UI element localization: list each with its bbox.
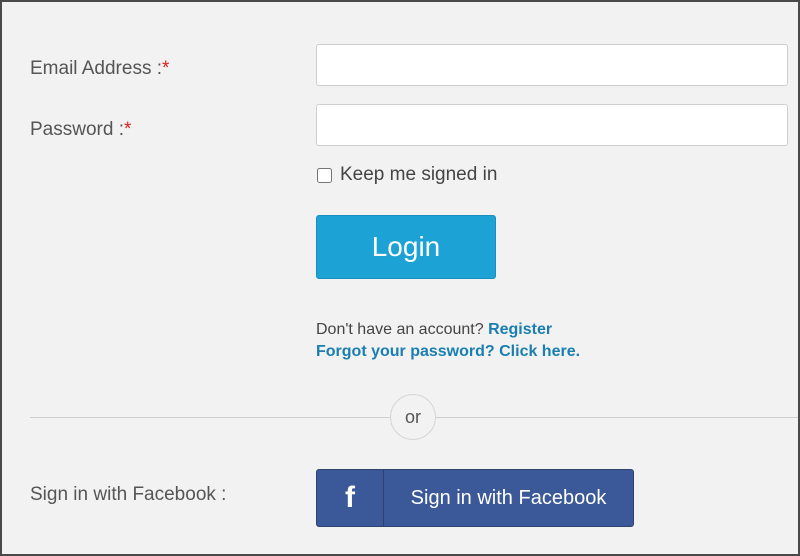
account-links: Don't have an account? Register Forgot y… <box>316 319 580 363</box>
or-text: or <box>404 406 421 427</box>
forgot-password-link[interactable]: Forgot your password? Click here. <box>316 343 580 360</box>
password-label-text: Password : <box>30 119 124 140</box>
required-marker: * <box>123 119 132 140</box>
no-account-text: Don't have an account? <box>316 321 484 338</box>
email-field[interactable] <box>316 44 788 86</box>
facebook-icon: f <box>317 470 384 526</box>
register-link[interactable]: Register <box>488 321 552 338</box>
password-field[interactable] <box>316 104 788 146</box>
password-label: Password :* <box>30 119 131 141</box>
keep-signed-in[interactable]: Keep me signed in <box>316 164 497 186</box>
facebook-label: Sign in with Facebook : <box>30 484 227 505</box>
required-marker: * <box>162 58 170 79</box>
keep-signed-in-checkbox[interactable] <box>317 167 332 183</box>
email-label: Email Address :* <box>30 58 169 80</box>
facebook-button-label: Sign in with Facebook <box>410 486 607 509</box>
facebook-signin-button[interactable]: f Sign in with Facebook <box>316 469 634 527</box>
keep-signed-in-label: Keep me signed in <box>340 164 498 185</box>
login-panel: Email Address :* Password :* Keep me sig… <box>0 0 800 556</box>
or-separator: or <box>390 394 436 440</box>
login-button[interactable]: Login <box>316 215 496 279</box>
email-label-text: Email Address : <box>30 58 162 79</box>
